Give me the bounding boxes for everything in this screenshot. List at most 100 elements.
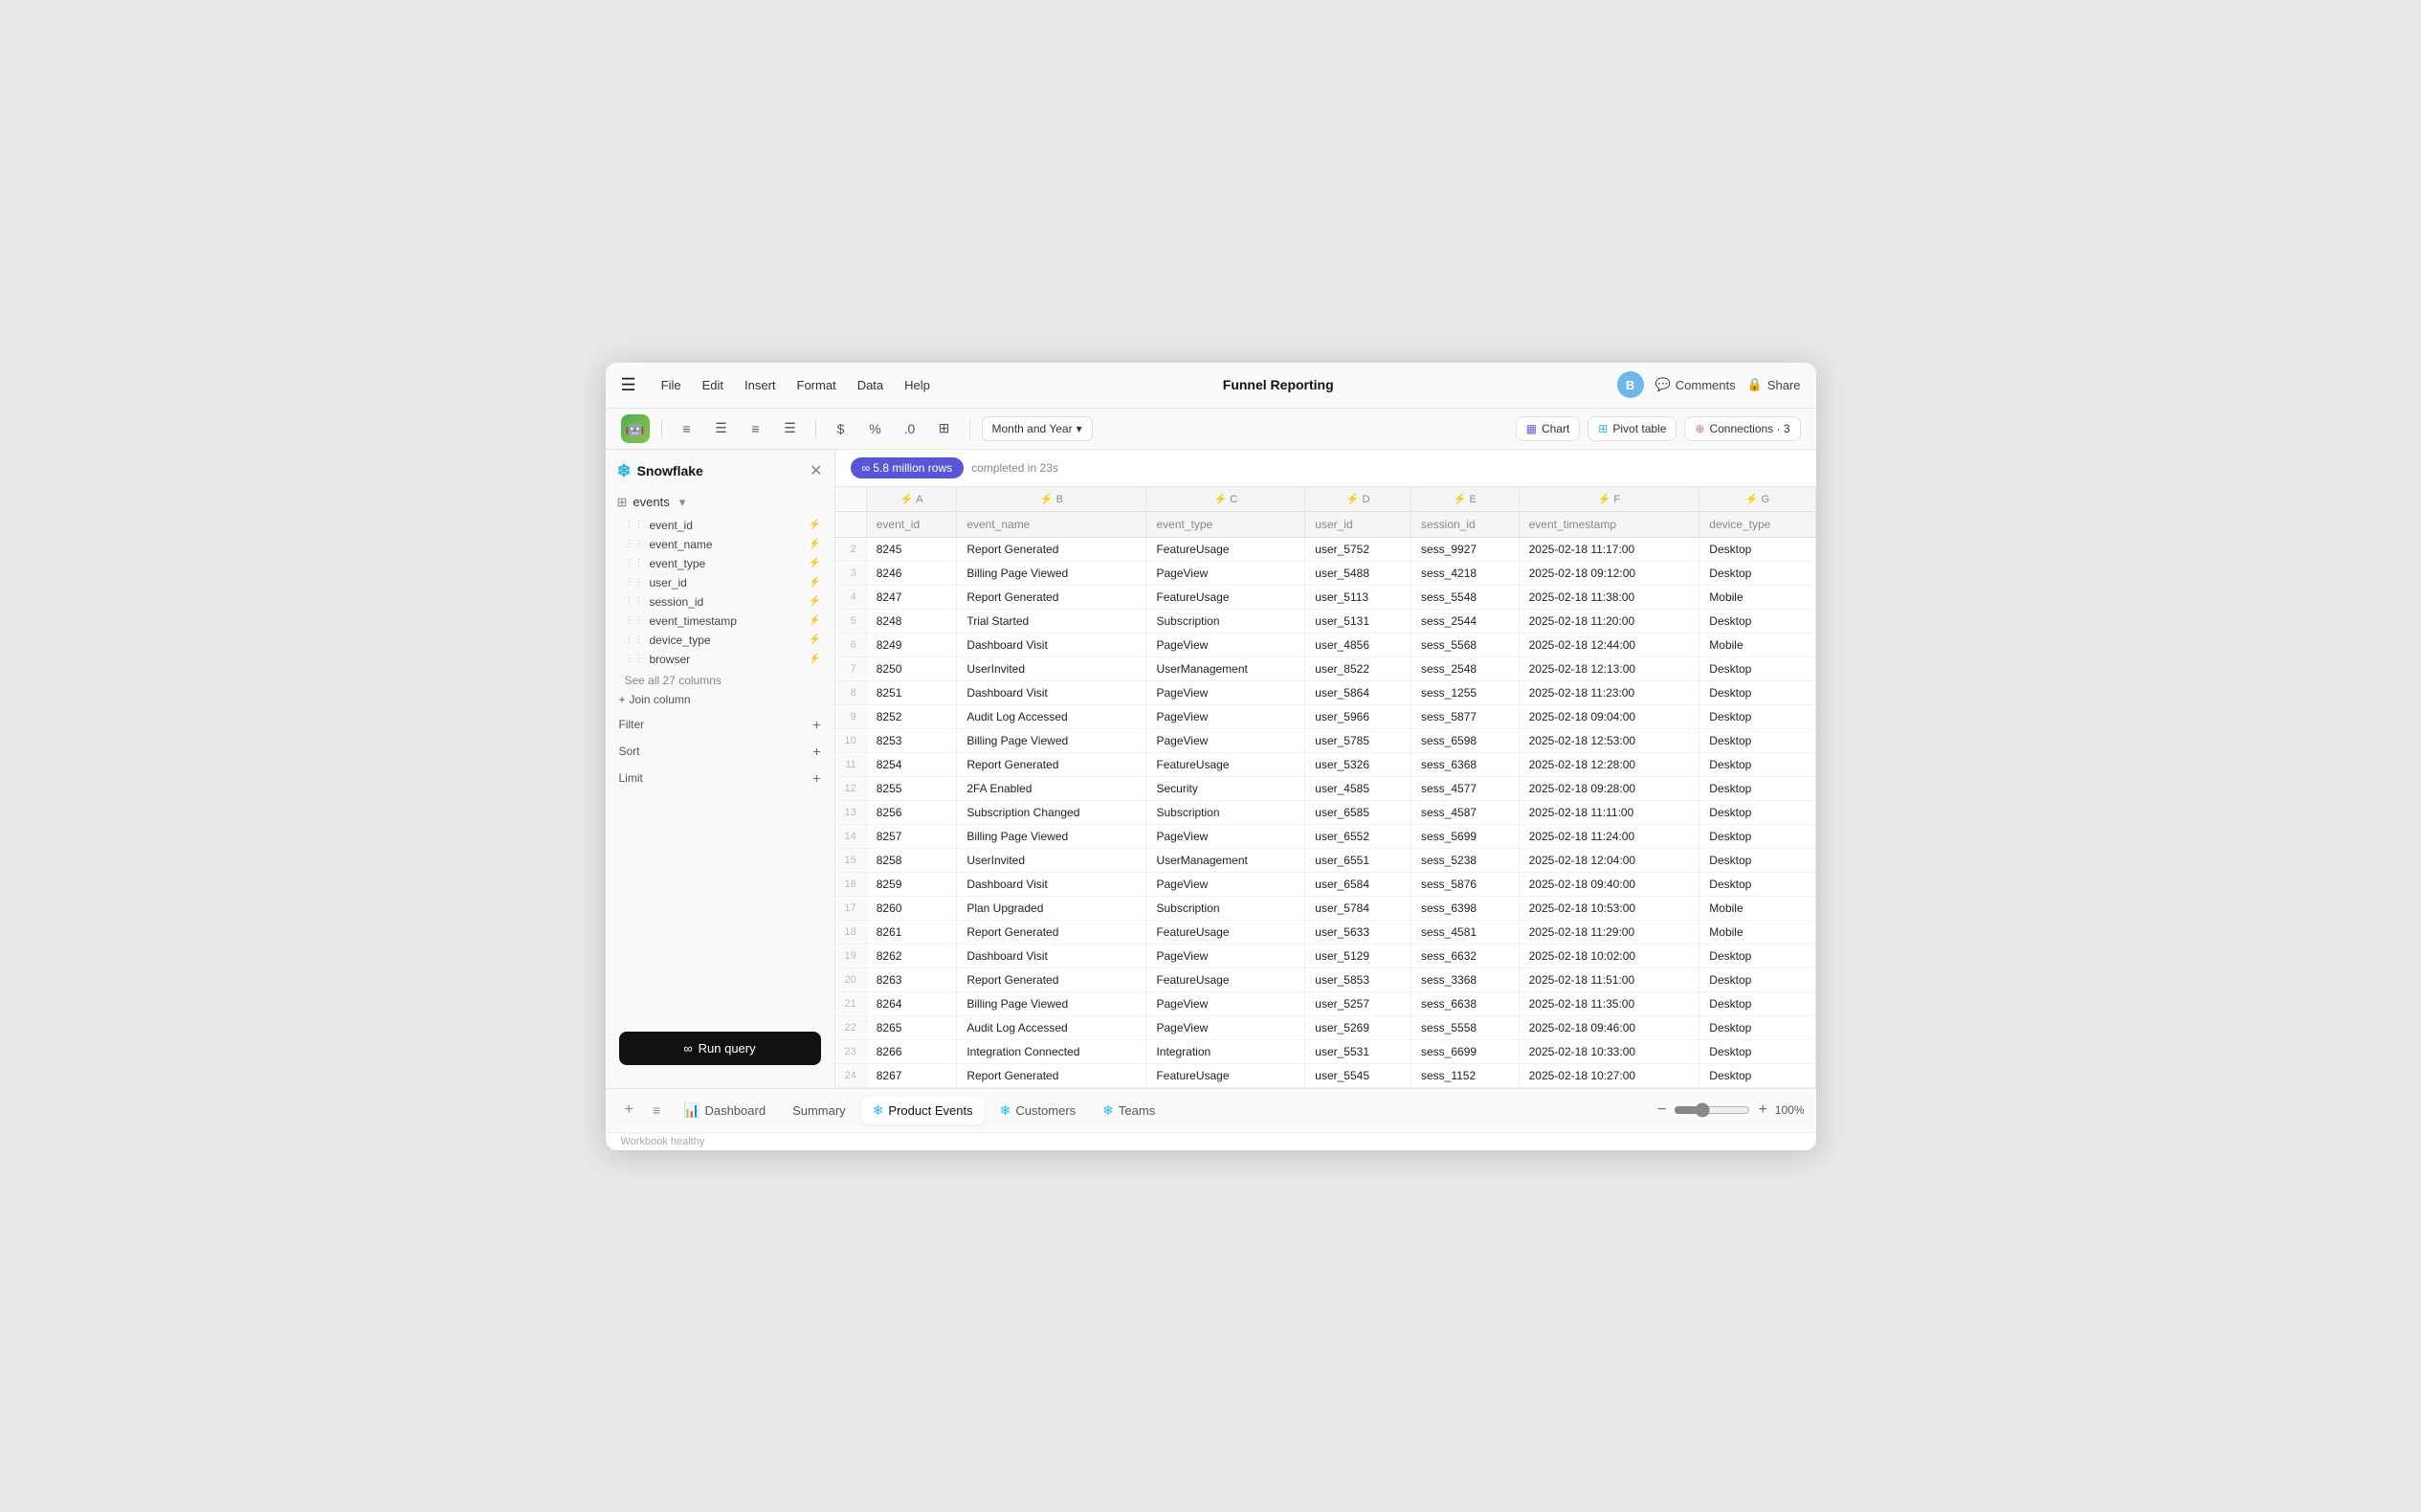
sort-add-button[interactable]: + [812,744,820,759]
data-table-wrapper[interactable]: ⚡A⚡B⚡C⚡D⚡E⚡F⚡G event_idevent_nameevent_t… [835,487,1816,1088]
table-row: 88251Dashboard VisitPageViewuser_5864ses… [835,680,1816,704]
col-name-session_id[interactable]: session_id [1411,511,1520,537]
col-letter-E[interactable]: ⚡E [1411,487,1520,512]
cell-device_type: Mobile [1699,633,1815,656]
table-row: 168259Dashboard VisitPageViewuser_6584se… [835,872,1816,896]
format-button[interactable]: ⊞ [931,415,958,442]
table-row: 188261Report GeneratedFeatureUsageuser_5… [835,920,1816,944]
join-column-button[interactable]: + Join column [606,690,834,709]
bolt-icon: ⚡ [809,558,820,568]
month-year-selector[interactable]: Month and Year ▾ [982,416,1093,441]
cell-event_type: Security [1146,776,1305,800]
cell-session_id: sess_5877 [1411,704,1520,728]
col-letter-F[interactable]: ⚡F [1519,487,1699,512]
limit-add-button[interactable]: + [812,770,820,786]
sidebar-col-browser[interactable]: ⋮⋮ browser ⚡ [606,650,834,669]
pivot-table-button[interactable]: ⊞ Pivot table [1588,416,1677,441]
col-name-user_id[interactable]: user_id [1305,511,1411,537]
row-number: 4 [835,585,867,609]
cell-user_id: user_5633 [1305,920,1411,944]
col-name-event_timestamp[interactable]: event_timestamp [1519,511,1699,537]
cell-user_id: user_5131 [1305,609,1411,633]
col-letter-C[interactable]: ⚡C [1146,487,1305,512]
sidebar-col-session_id[interactable]: ⋮⋮ session_id ⚡ [606,592,834,611]
align-right-button[interactable]: ≡ [743,415,769,442]
cell-event_id: 8255 [866,776,957,800]
cell-event_name: Integration Connected [957,1039,1146,1063]
table-row: 68249Dashboard VisitPageViewuser_4856ses… [835,633,1816,656]
align-center-button[interactable]: ☰ [708,415,735,442]
cell-event_name: Dashboard Visit [957,944,1146,967]
align-left-button[interactable]: ≡ [674,415,700,442]
menu-hamburger-icon[interactable]: ☰ [621,375,636,395]
menu-item-format[interactable]: Format [788,374,846,396]
percent-button[interactable]: % [862,415,889,442]
menu-item-data[interactable]: Data [848,374,893,396]
avatar[interactable]: B [1617,371,1644,398]
cell-event_type: PageView [1146,680,1305,704]
row-number: 11 [835,752,867,776]
cell-device_type: Desktop [1699,848,1815,872]
zoom-in-button[interactable]: + [1758,1101,1766,1119]
cell-event_type: FeatureUsage [1146,585,1305,609]
menu-item-file[interactable]: File [652,374,691,396]
menu-item-help[interactable]: Help [895,374,940,396]
col-name-event_name[interactable]: event_name [957,511,1146,537]
comments-button[interactable]: 💬 Comments [1655,377,1736,392]
sidebar-col-event_timestamp[interactable]: ⋮⋮ event_timestamp ⚡ [606,611,834,631]
sidebar-close-button[interactable]: ✕ [810,461,822,480]
menu-item-edit[interactable]: Edit [693,374,733,396]
cell-event_type: FeatureUsage [1146,537,1305,561]
col-letter-D[interactable]: ⚡D [1305,487,1411,512]
cell-event_timestamp: 2025-02-18 10:53:00 [1519,896,1699,920]
col-name-device_type[interactable]: device_type [1699,511,1815,537]
decimal-button[interactable]: .0 [897,415,923,442]
tab-dashboard[interactable]: 📊Dashboard [672,1097,777,1124]
sidebar-col-event_id[interactable]: ⋮⋮ event_id ⚡ [606,516,834,535]
table-selector[interactable]: ⊞ events ▾ [606,491,834,514]
zoom-out-button[interactable]: − [1657,1101,1666,1119]
align-justify-button[interactable]: ☰ [777,415,804,442]
col-name-event_type[interactable]: event_type [1146,511,1305,537]
tab-summary[interactable]: Summary [781,1098,857,1123]
tab-customers[interactable]: ❄Customers [988,1097,1088,1124]
menu-item-insert[interactable]: Insert [735,374,786,396]
sidebar-col-event_type[interactable]: ⋮⋮ event_type ⚡ [606,554,834,573]
row-number: 12 [835,776,867,800]
col-name-event_id[interactable]: event_id [866,511,957,537]
sidebar-header: ❄ Snowflake ✕ [606,461,834,491]
col-letter-G[interactable]: ⚡G [1699,487,1815,512]
row-number: 18 [835,920,867,944]
tab-teams[interactable]: ❄Teams [1091,1097,1166,1124]
currency-button[interactable]: $ [828,415,855,442]
cell-event_type: Subscription [1146,896,1305,920]
zoom-slider[interactable] [1674,1102,1750,1118]
sidebar-col-user_id[interactable]: ⋮⋮ user_id ⚡ [606,573,834,592]
tab-list-button[interactable]: ≡ [645,1097,668,1123]
bottombar: + ≡ 📊DashboardSummary❄Product Events❄Cus… [606,1088,1816,1132]
cell-device_type: Desktop [1699,752,1815,776]
chart-icon: ▦ [1526,422,1537,435]
see-all-columns-link[interactable]: See all 27 columns [606,671,834,690]
bolt-icon: ⚡ [1040,494,1054,505]
snowflake-tab-icon: ❄ [1000,1102,1011,1119]
sidebar-col-event_name[interactable]: ⋮⋮ event_name ⚡ [606,535,834,554]
add-tab-button[interactable]: + [617,1096,641,1124]
filter-add-button[interactable]: + [812,717,820,732]
cell-event_name: Billing Page Viewed [957,728,1146,752]
cell-session_id: sess_6598 [1411,728,1520,752]
sidebar-col-device_type[interactable]: ⋮⋮ device_type ⚡ [606,631,834,650]
col-letter-A[interactable]: ⚡A [866,487,957,512]
cell-event_timestamp: 2025-02-18 09:40:00 [1519,872,1699,896]
cell-event_name: Dashboard Visit [957,633,1146,656]
connections-button[interactable]: ⊕ Connections · 3 [1684,416,1800,441]
chart-button[interactable]: ▦ Chart [1516,416,1581,441]
run-query-button[interactable]: ∞ Run query [619,1032,821,1065]
cell-event_timestamp: 2025-02-18 12:13:00 [1519,656,1699,680]
cell-event_name: Dashboard Visit [957,680,1146,704]
app-window: ☰ FileEditInsertFormatDataHelp Funnel Re… [606,363,1816,1150]
tab-product-events[interactable]: ❄Product Events [861,1097,985,1124]
col-letter-B[interactable]: ⚡B [957,487,1146,512]
row-number: 14 [835,824,867,848]
share-button[interactable]: 🔒 Share [1747,377,1801,392]
